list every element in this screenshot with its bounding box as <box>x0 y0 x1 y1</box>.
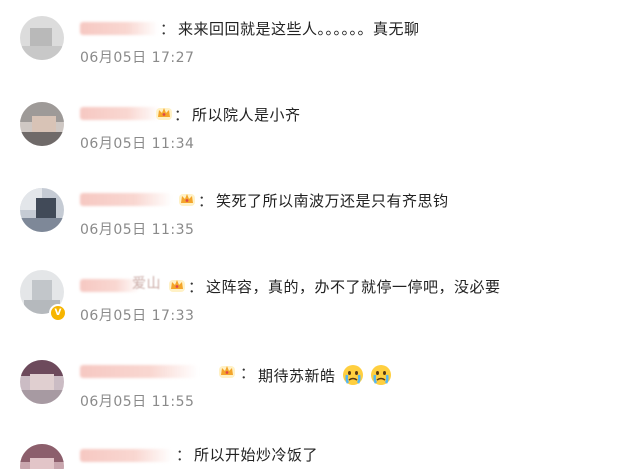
username-blurred[interactable] <box>80 193 172 206</box>
avatar[interactable] <box>20 102 64 146</box>
comment-item: ： 笑死了所以南波万还是只有齐思钧 06月05日 11:35 <box>0 172 640 258</box>
avatar[interactable] <box>20 16 64 60</box>
avatar[interactable] <box>20 188 64 232</box>
comment-text: 这阵容，真的，办不了就停一停吧，没必要 <box>206 278 501 296</box>
verified-badge-icon: V <box>49 304 67 322</box>
comment-timestamp: 06月05日 17:27 <box>80 50 195 66</box>
comment-timestamp: 06月05日 11:34 <box>80 136 195 152</box>
comment-text: 所以院人是小齐 <box>192 106 301 124</box>
crying-face-emoji <box>342 365 363 385</box>
colon: ： <box>188 278 204 296</box>
comment-item: ： 期待苏新皓 06月05日 11:55 <box>0 344 640 430</box>
colon: ： <box>160 20 176 38</box>
comment-timestamp: 06月05日 17:33 <box>80 308 195 324</box>
fan-crown-icon <box>219 366 235 378</box>
username-blurred[interactable] <box>80 365 198 378</box>
colon: ： <box>174 106 190 124</box>
username-blurred[interactable] <box>80 22 158 35</box>
comment-text: 期待苏新皓 <box>258 364 392 386</box>
colon: ： <box>198 192 214 210</box>
username-blurred[interactable] <box>80 107 160 120</box>
avatar[interactable] <box>20 360 64 404</box>
comment-text: 所以开始炒冷饭了 <box>194 446 319 464</box>
comment-text: 来来回回就是这些人。。。。。。真无聊 <box>178 20 420 38</box>
comment-timestamp: 06月05日 11:55 <box>80 394 195 410</box>
comment-item: ： 所以院人是小齐 06月05日 11:34 <box>0 86 640 172</box>
colon: ： <box>240 364 256 382</box>
colon: ： <box>176 446 192 464</box>
crying-face-emoji <box>370 365 391 385</box>
comment-item: ： 所以开始炒冷饭了 <box>0 430 640 469</box>
username-blurred[interactable] <box>80 449 172 462</box>
username-blurred[interactable] <box>80 279 140 292</box>
comment-item: V 爱山 ： 这阵容，真的，办不了就停一停吧，没必要 06月05日 17:33 <box>0 258 640 344</box>
username-fragment: 爱山 <box>132 276 161 292</box>
comment-item: ： 来来回回就是这些人。。。。。。真无聊 06月05日 17:27 <box>0 0 640 86</box>
comment-timestamp: 06月05日 11:35 <box>80 222 195 238</box>
comment-text: 笑死了所以南波万还是只有齐思钧 <box>216 192 449 210</box>
avatar[interactable] <box>20 444 64 469</box>
fan-crown-icon <box>156 108 172 120</box>
fan-crown-icon <box>179 194 195 206</box>
fan-crown-icon <box>169 280 185 292</box>
